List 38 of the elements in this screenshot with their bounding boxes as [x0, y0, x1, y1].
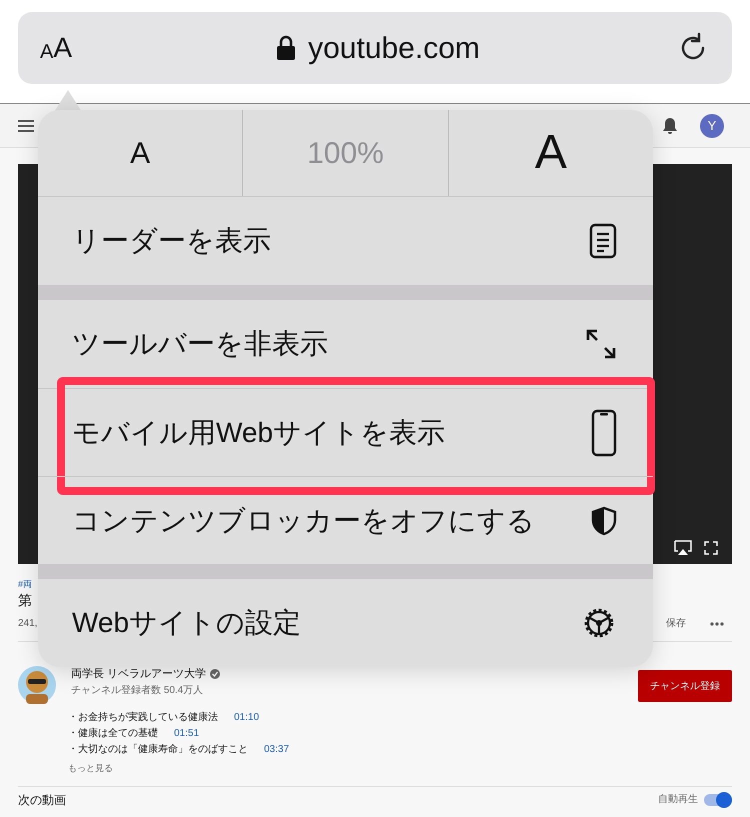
avatar[interactable]: Y — [700, 114, 724, 138]
menu-item[interactable]: リーダーを表示 — [72, 220, 271, 262]
fullscreen-icon — [704, 541, 718, 555]
show-more-link[interactable]: もっと見る — [68, 762, 732, 776]
autoplay-label: 自動再生 — [658, 792, 698, 807]
menu-item[interactable]: コンテンツブロッカーをオフにする — [72, 500, 535, 542]
subscribe-button[interactable]: チャンネル登録 — [638, 670, 732, 702]
decrease-text-button[interactable]: A — [38, 110, 242, 196]
chapter-text: ・お金持ちが実践している健康法 — [68, 710, 218, 725]
menu-icon — [18, 120, 34, 132]
format-button[interactable]: AA — [40, 34, 80, 62]
url-text[interactable]: youtube.com — [308, 26, 480, 70]
zoom-level: 100% — [242, 110, 449, 196]
airplay-icon — [674, 540, 692, 556]
menu-item[interactable]: モバイル用Webサイトを表示 — [72, 412, 446, 454]
expand-arrows-icon — [585, 328, 617, 360]
video-title: 第 — [18, 591, 33, 610]
chapter-text: ・健康は全ての基礎 — [68, 726, 158, 741]
channel-avatar — [18, 666, 56, 704]
lock-icon — [276, 35, 296, 61]
subscriber-count: チャンネル登録者数 50.4万人 — [71, 684, 204, 698]
timestamp-link[interactable]: 01:10 — [234, 710, 260, 726]
section-heading: 次の動画 — [18, 792, 67, 808]
timestamp-link[interactable]: 01:51 — [174, 726, 200, 742]
document-icon — [589, 223, 617, 259]
shield-icon — [591, 506, 617, 536]
view-count: 241, — [18, 617, 38, 631]
more-icon — [710, 622, 724, 626]
phone-icon — [591, 408, 617, 456]
timestamp-link[interactable]: 03:37 — [264, 742, 290, 758]
channel-name[interactable]: 両学長 リベラルアーツ大学 — [71, 666, 206, 682]
increase-text-button[interactable]: A — [448, 110, 653, 196]
chapter-text: ・大切なのは「健康寿命」をのばすこと — [68, 742, 248, 757]
autoplay-toggle[interactable] — [704, 794, 732, 806]
menu-item[interactable]: ツールバーを非表示 — [72, 323, 328, 365]
menu-item[interactable]: Webサイトの設定 — [72, 602, 302, 644]
save-link[interactable]: 保存 — [666, 616, 686, 631]
bell-icon — [662, 116, 678, 134]
